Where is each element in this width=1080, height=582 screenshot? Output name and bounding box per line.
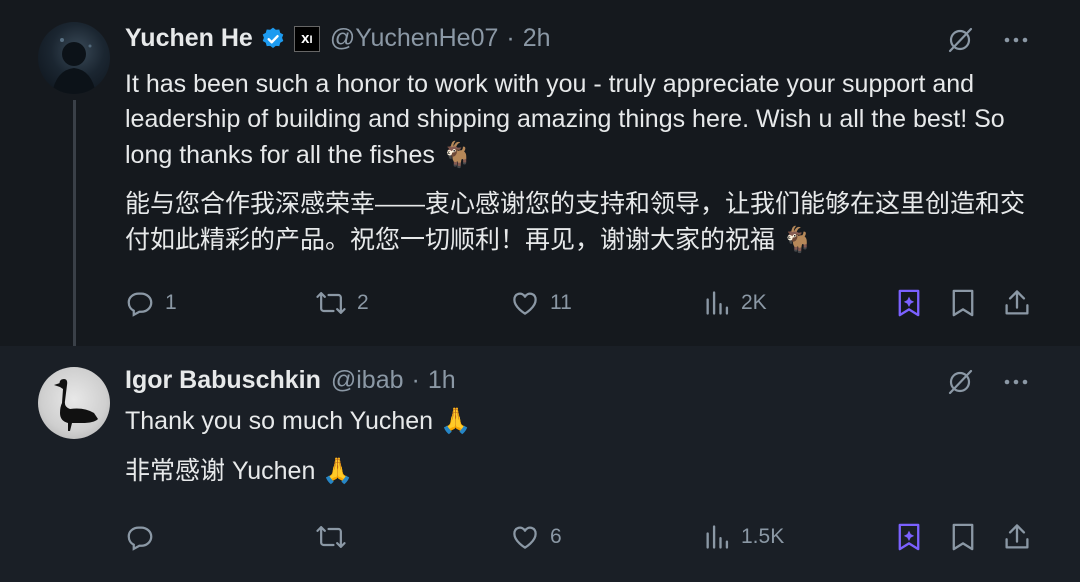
separator-dot: · [411,366,420,394]
repost-icon [316,292,346,314]
tweet-igor[interactable]: Igor Babuschkin @ibab · 1h Thank you so … [0,346,1080,582]
separator-dot: · [506,24,515,52]
view-count: 1.5K [741,525,785,548]
share-icon [1005,290,1029,315]
share-icon [1005,524,1029,549]
affiliation-badge-icon[interactable]: xI [293,25,320,52]
tweet-top-actions [918,26,1030,59]
share-button[interactable] [1003,522,1031,552]
grok-icon[interactable] [946,368,974,401]
share-button[interactable] [1003,288,1031,318]
bookmark-button[interactable] [949,288,977,318]
author-name[interactable]: Igor Babuschkin [125,366,321,395]
reply-icon [127,526,153,551]
author-handle[interactable]: @YuchenHe07 [330,24,499,53]
goat-emoji-icon: 🐐 [781,225,814,254]
bookmark-icon [952,523,974,551]
views-button[interactable]: 1.5K [703,522,784,552]
grok-analyze-button[interactable] [895,288,923,318]
folded-hands-emoji-icon: 🙏 [440,406,472,435]
avatar[interactable] [38,22,110,94]
reply-count: 1 [165,291,177,314]
repost-count: 2 [357,291,369,314]
author-name[interactable]: Yuchen He [125,24,253,53]
like-icon [513,526,537,549]
tweet-body: It has been such a honor to work with yo… [125,67,1035,258]
grok-analyze-icon [898,289,920,317]
tweet-text-en: Thank you so much Yuchen 🙏 [125,406,472,435]
grok-analyze-icon [898,523,920,551]
goat-emoji-icon: 🐐 [441,140,473,169]
bookmark-button[interactable] [949,522,977,552]
tweet-actions: 1 2 11 2K [125,288,1035,328]
views-icon [706,291,729,315]
view-count: 2K [741,291,767,314]
like-button[interactable]: 6 [510,522,562,552]
thread-connector-line [73,100,76,358]
verified-badge-icon [260,26,286,52]
timestamp[interactable]: 2h [523,24,551,53]
repost-button[interactable]: 2 [315,288,369,318]
tweet-top-actions [918,368,1030,401]
tweet-text-en: It has been such a honor to work with yo… [125,70,1005,169]
tweet-actions: 6 1.5K [125,522,1035,562]
like-count: 11 [550,291,572,314]
repost-button[interactable] [315,522,347,552]
tweet-text-zh: 非常感谢 Yuchen 🙏 [125,456,354,485]
like-button[interactable]: 11 [510,288,572,318]
tweet-text-zh: 能与您合作我深感荣幸——衷心感谢您的支持和领导，让我们能够在这里创造和交付如此精… [125,190,1026,254]
more-icon[interactable] [1002,368,1030,401]
author-handle[interactable]: @ibab [331,366,404,395]
repost-icon [316,526,346,548]
views-icon [706,525,729,549]
grok-analyze-button[interactable] [895,522,923,552]
grok-icon[interactable] [946,26,974,59]
reply-button[interactable]: 1 [125,288,177,318]
bookmark-icon [952,289,974,317]
tweet-header: Yuchen He xI @YuchenHe07 · 2h [125,24,551,53]
tweet-yuchen[interactable]: Yuchen He xI @YuchenHe07 · 2h It has bee… [0,0,1080,346]
timestamp[interactable]: 1h [428,366,456,395]
tweet-body: Thank you so much Yuchen 🙏 非常感谢 Yuchen 🙏 [125,403,1035,489]
more-icon[interactable] [1002,26,1030,59]
reply-icon [127,292,153,317]
like-icon [513,292,537,315]
avatar[interactable] [38,367,110,439]
reply-button[interactable] [125,522,155,552]
folded-hands-emoji-icon: 🙏 [322,456,354,485]
tweet-header: Igor Babuschkin @ibab · 1h [125,366,456,395]
views-button[interactable]: 2K [703,288,767,318]
like-count: 6 [550,525,562,548]
